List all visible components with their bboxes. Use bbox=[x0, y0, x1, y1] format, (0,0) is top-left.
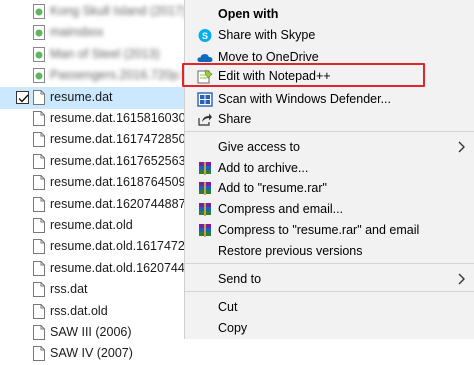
file-icon bbox=[33, 154, 45, 169]
file-list-item[interactable]: resume.dat.1618764509.bak bbox=[0, 172, 190, 194]
menu-item-label: Share with Skype bbox=[218, 28, 316, 42]
context-menu: Open with S Share with Skype Move to One… bbox=[184, 0, 474, 339]
menu-item-open-with[interactable]: Open with bbox=[185, 3, 474, 25]
file-icon bbox=[33, 197, 45, 212]
file-list-item[interactable]: resume.dat.old.1620744887 bbox=[0, 258, 190, 280]
menu-item-add-to-archive[interactable]: Add to archive... bbox=[185, 157, 474, 179]
file-name: rss.dat.old bbox=[50, 304, 108, 318]
file-name: Kong Skull Island (2017) [1080p] bbox=[50, 4, 190, 18]
file-icon bbox=[33, 218, 45, 233]
file-name: resume.dat.1617652563.bak bbox=[50, 154, 190, 168]
menu-item-share[interactable]: Share bbox=[185, 108, 474, 130]
menu-separator bbox=[185, 291, 474, 292]
torrent-file-icon bbox=[33, 25, 45, 40]
menu-item-copy[interactable]: Copy bbox=[185, 317, 474, 339]
menu-item-label: Restore previous versions bbox=[218, 244, 363, 258]
file-name: rss.dat bbox=[50, 282, 88, 296]
selection-checkbox[interactable] bbox=[16, 91, 29, 104]
chevron-right-icon bbox=[457, 141, 467, 153]
torrent-file-icon bbox=[33, 47, 45, 62]
file-list-item[interactable]: SAW IV (2007) bbox=[0, 343, 190, 365]
menu-item-cut[interactable]: Cut bbox=[185, 296, 474, 318]
file-name: resume.dat bbox=[50, 90, 113, 104]
menu-item-compress-to-resume-rar-and-email[interactable]: Compress to "resume.rar" and email bbox=[185, 219, 474, 241]
file-list-item[interactable]: Passengers.2016.720p.WEB bbox=[0, 65, 190, 87]
file-list-item[interactable]: resume.dat.old bbox=[0, 215, 190, 237]
file-name: mainsbox bbox=[50, 25, 104, 39]
file-icon bbox=[33, 346, 45, 361]
file-icon bbox=[33, 304, 45, 319]
file-icon bbox=[33, 282, 45, 297]
file-icon bbox=[33, 90, 45, 105]
share-icon bbox=[197, 112, 213, 127]
torrent-file-icon bbox=[33, 68, 45, 83]
torrent-file-icon bbox=[33, 4, 45, 19]
menu-item-send-to[interactable]: Send to bbox=[185, 268, 474, 290]
file-list-item[interactable]: resume.dat.old.1617472851 bbox=[0, 236, 190, 258]
file-list-item[interactable]: SAW III (2006) bbox=[0, 322, 190, 344]
menu-item-label: Add to "resume.rar" bbox=[218, 181, 327, 195]
menu-item-label: Send to bbox=[218, 272, 262, 286]
file-icon bbox=[33, 132, 45, 147]
file-list-item[interactable]: resume.dat.1617652563.bak bbox=[0, 151, 190, 173]
skype-icon: S bbox=[197, 28, 213, 43]
file-name: SAW III (2006) bbox=[50, 325, 132, 339]
menu-item-label: Copy bbox=[218, 321, 248, 335]
file-list-item[interactable]: resume.dat bbox=[0, 87, 190, 109]
menu-item-label: Share bbox=[218, 112, 252, 126]
menu-item-label: Give access to bbox=[218, 140, 300, 154]
menu-item-label: Cut bbox=[218, 300, 238, 314]
file-icon bbox=[33, 175, 45, 190]
file-name: resume.dat.1618764509.bak bbox=[50, 175, 190, 189]
menu-separator bbox=[185, 131, 474, 132]
menu-item-add-to-resume-rar[interactable]: Add to "resume.rar" bbox=[185, 177, 474, 199]
winrar-icon bbox=[197, 161, 213, 176]
file-list: Kong Skull Island (2017) [1080p] mainsbox… bbox=[0, 0, 190, 361]
file-list-item[interactable]: rss.dat.old bbox=[0, 301, 190, 323]
menu-item-label: Add to archive... bbox=[218, 161, 309, 175]
file-name: resume.dat.1620744887.bak bbox=[50, 197, 190, 211]
file-icon bbox=[33, 111, 45, 126]
file-name: resume.dat.old bbox=[50, 218, 133, 232]
menu-item-scan-with-windows-defender[interactable]: Scan with Windows Defender... bbox=[185, 88, 474, 110]
file-icon bbox=[33, 325, 45, 340]
file-list-item[interactable]: mainsbox bbox=[0, 22, 190, 44]
menu-item-compress-and-email[interactable]: Compress and email... bbox=[185, 198, 474, 220]
file-name: SAW IV (2007) bbox=[50, 346, 133, 360]
file-list-item[interactable]: Kong Skull Island (2017) [1080p] bbox=[0, 1, 190, 23]
chevron-right-icon bbox=[457, 273, 467, 285]
winrar-icon bbox=[197, 223, 213, 238]
winrar-icon bbox=[197, 202, 213, 217]
menu-item-label: Open with bbox=[218, 7, 279, 21]
file-name: resume.dat.1615816030.bak bbox=[50, 111, 190, 125]
menu-item-label: Compress to "resume.rar" and email bbox=[218, 223, 420, 237]
file-icon bbox=[33, 239, 45, 254]
windows-defender-shield-icon bbox=[197, 92, 213, 107]
file-list-item[interactable]: Man of Steel (2013) bbox=[0, 44, 190, 66]
winrar-icon bbox=[197, 181, 213, 196]
file-name: resume.dat.1617472850.bak bbox=[50, 132, 190, 146]
menu-item-give-access-to[interactable]: Give access to bbox=[185, 136, 474, 158]
file-name: resume.dat.old.1617472851 bbox=[50, 239, 190, 253]
file-list-item[interactable]: rss.dat bbox=[0, 279, 190, 301]
file-list-item[interactable]: resume.dat.1615816030.bak bbox=[0, 108, 190, 130]
file-icon bbox=[33, 261, 45, 276]
file-name: Man of Steel (2013) bbox=[50, 47, 160, 61]
menu-item-label: Compress and email... bbox=[218, 202, 344, 216]
menu-item-restore-previous-versions[interactable]: Restore previous versions bbox=[185, 240, 474, 262]
highlight-annotation-box bbox=[182, 63, 425, 87]
menu-separator bbox=[185, 263, 474, 264]
file-list-item[interactable]: resume.dat.1617472850.bak bbox=[0, 129, 190, 151]
svg-text:S: S bbox=[202, 31, 208, 41]
menu-item-share-with-skype[interactable]: S Share with Skype bbox=[185, 24, 474, 46]
file-list-item[interactable]: resume.dat.1620744887.bak bbox=[0, 194, 190, 216]
menu-item-label: Scan with Windows Defender... bbox=[218, 92, 391, 106]
file-name: resume.dat.old.1620744887 bbox=[50, 261, 190, 275]
file-name: Passengers.2016.720p.WEB bbox=[50, 68, 190, 82]
menu-item-label: Move to OneDrive bbox=[218, 50, 319, 64]
